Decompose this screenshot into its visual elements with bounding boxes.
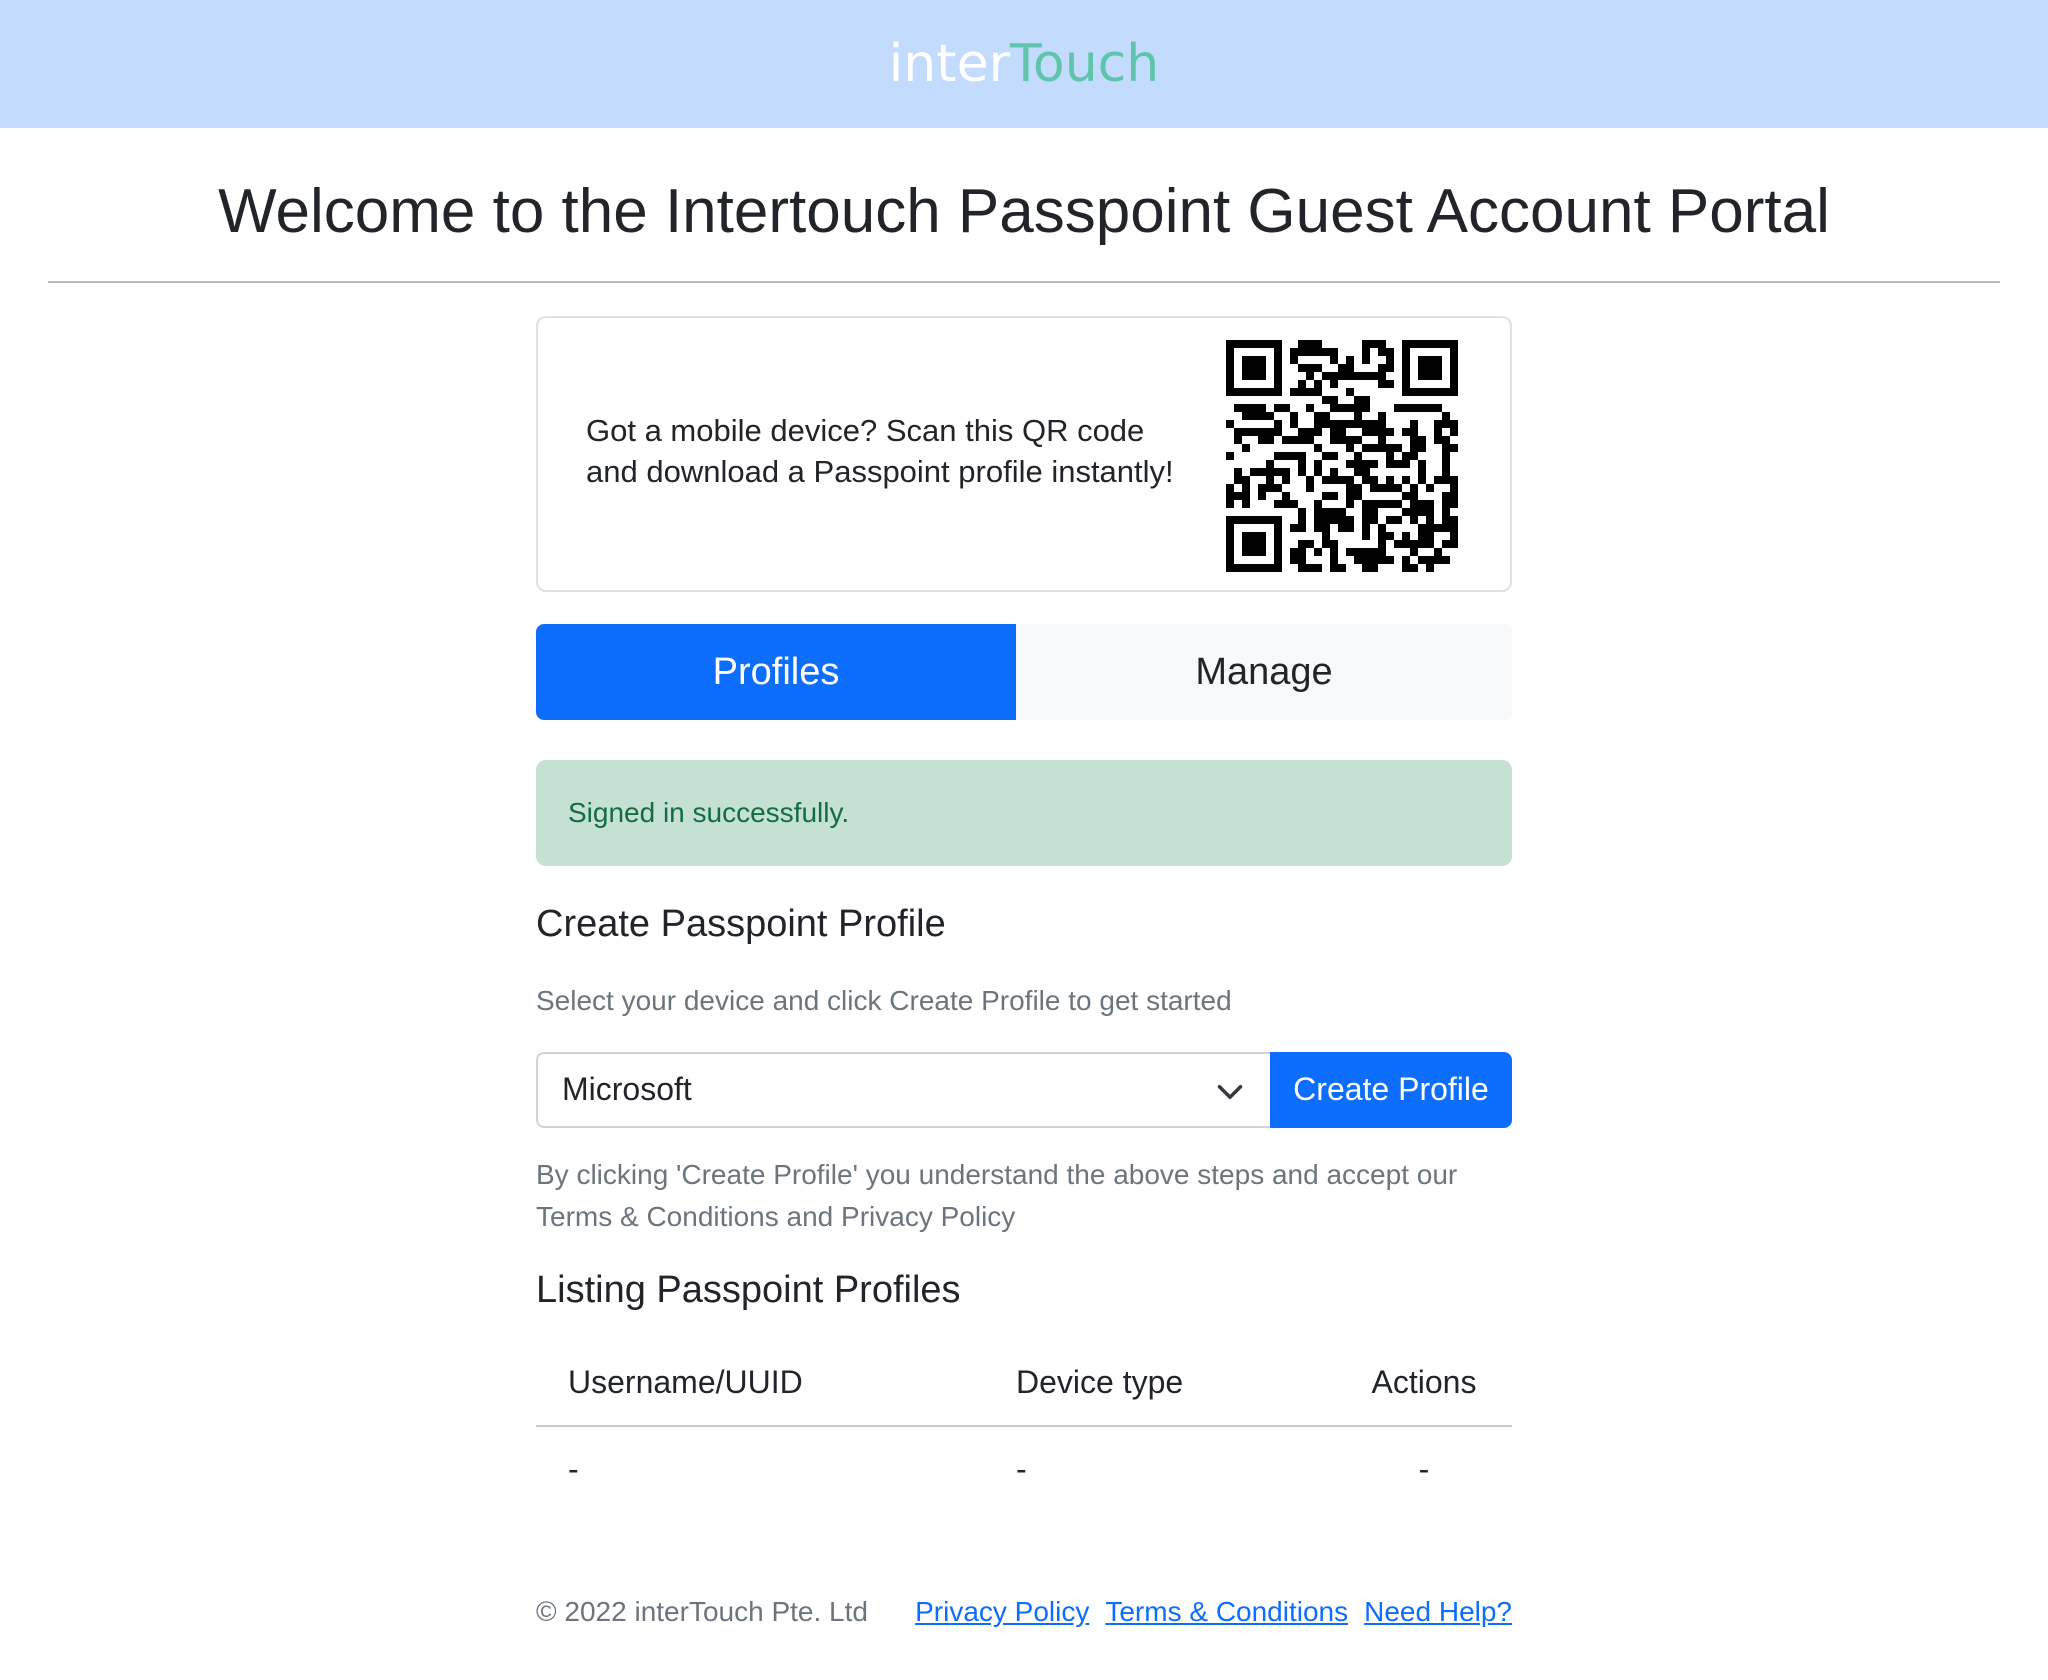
create-profile-button[interactable]: Create Profile <box>1270 1051 1512 1128</box>
logo-text-inter: inter <box>888 34 1010 94</box>
device-select-value: Microsoft <box>562 1071 692 1108</box>
footer-links: Privacy Policy Terms & Conditions Need H… <box>915 1596 1512 1628</box>
tab-bar: Profiles Manage <box>536 624 1512 720</box>
create-profile-form: Microsoft Create Profile <box>536 1051 1512 1128</box>
title-divider <box>48 281 2000 283</box>
column-header-actions: Actions <box>1336 1339 1512 1428</box>
cell-actions: - <box>1418 1450 1430 1487</box>
top-banner: interTouch <box>0 0 2048 128</box>
logo-text-touch: Touch <box>1009 34 1160 94</box>
create-profile-heading: Create Passpoint Profile <box>536 903 946 945</box>
intertouch-logo[interactable]: interTouch <box>889 38 1159 90</box>
table-row: - - - <box>536 1426 1512 1511</box>
qr-card-line-2: and download a Passpoint profile instant… <box>586 454 1174 489</box>
copyright-text: © 2022 interTouch Pte. Ltd <box>536 1596 868 1627</box>
success-alert: Signed in successfully. <box>536 760 1512 866</box>
tab-manage[interactable]: Manage <box>1016 624 1512 720</box>
terms-conditions-link[interactable]: Terms & Conditions <box>1105 1596 1348 1628</box>
terms-note-line-1: By clicking 'Create Profile' you underst… <box>536 1158 1458 1190</box>
main-content: Got a mobile device? Scan this QR code a… <box>536 316 1512 1511</box>
privacy-policy-link[interactable]: Privacy Policy <box>915 1596 1089 1628</box>
footer: © 2022 interTouch Pte. Ltd Privacy Polic… <box>536 1592 1512 1632</box>
qr-card-line-1: Got a mobile device? Scan this QR code <box>586 413 1145 448</box>
qr-card: Got a mobile device? Scan this QR code a… <box>536 316 1512 592</box>
column-header-device-type: Device type <box>1016 1339 1336 1428</box>
profiles-table: Username/UUID Device type Actions - - - <box>536 1339 1512 1511</box>
column-header-username: Username/UUID <box>536 1339 1016 1428</box>
listing-heading: Listing Passpoint Profiles <box>536 1268 961 1311</box>
device-select[interactable]: Microsoft <box>536 1051 1270 1128</box>
terms-note-line-2: Terms & Conditions and Privacy Policy <box>536 1200 1016 1232</box>
alert-message: Signed in successfully. <box>568 797 850 828</box>
qr-code-icon[interactable] <box>1226 340 1458 572</box>
table-header-row: Username/UUID Device type Actions <box>536 1339 1512 1428</box>
page-title: Welcome to the Intertouch Passpoint Gues… <box>218 177 1830 246</box>
qr-card-text: Got a mobile device? Scan this QR code a… <box>586 410 1226 492</box>
tab-profiles[interactable]: Profiles <box>536 624 1016 720</box>
cell-device-type: - <box>1016 1450 1027 1487</box>
need-help-link[interactable]: Need Help? <box>1364 1596 1512 1628</box>
terms-note: By clicking 'Create Profile' you underst… <box>536 1154 1512 1238</box>
create-profile-subtitle: Select your device and click Create Prof… <box>536 984 1232 1016</box>
chevron-down-icon <box>1217 1084 1243 1099</box>
cell-username: - <box>568 1450 579 1487</box>
